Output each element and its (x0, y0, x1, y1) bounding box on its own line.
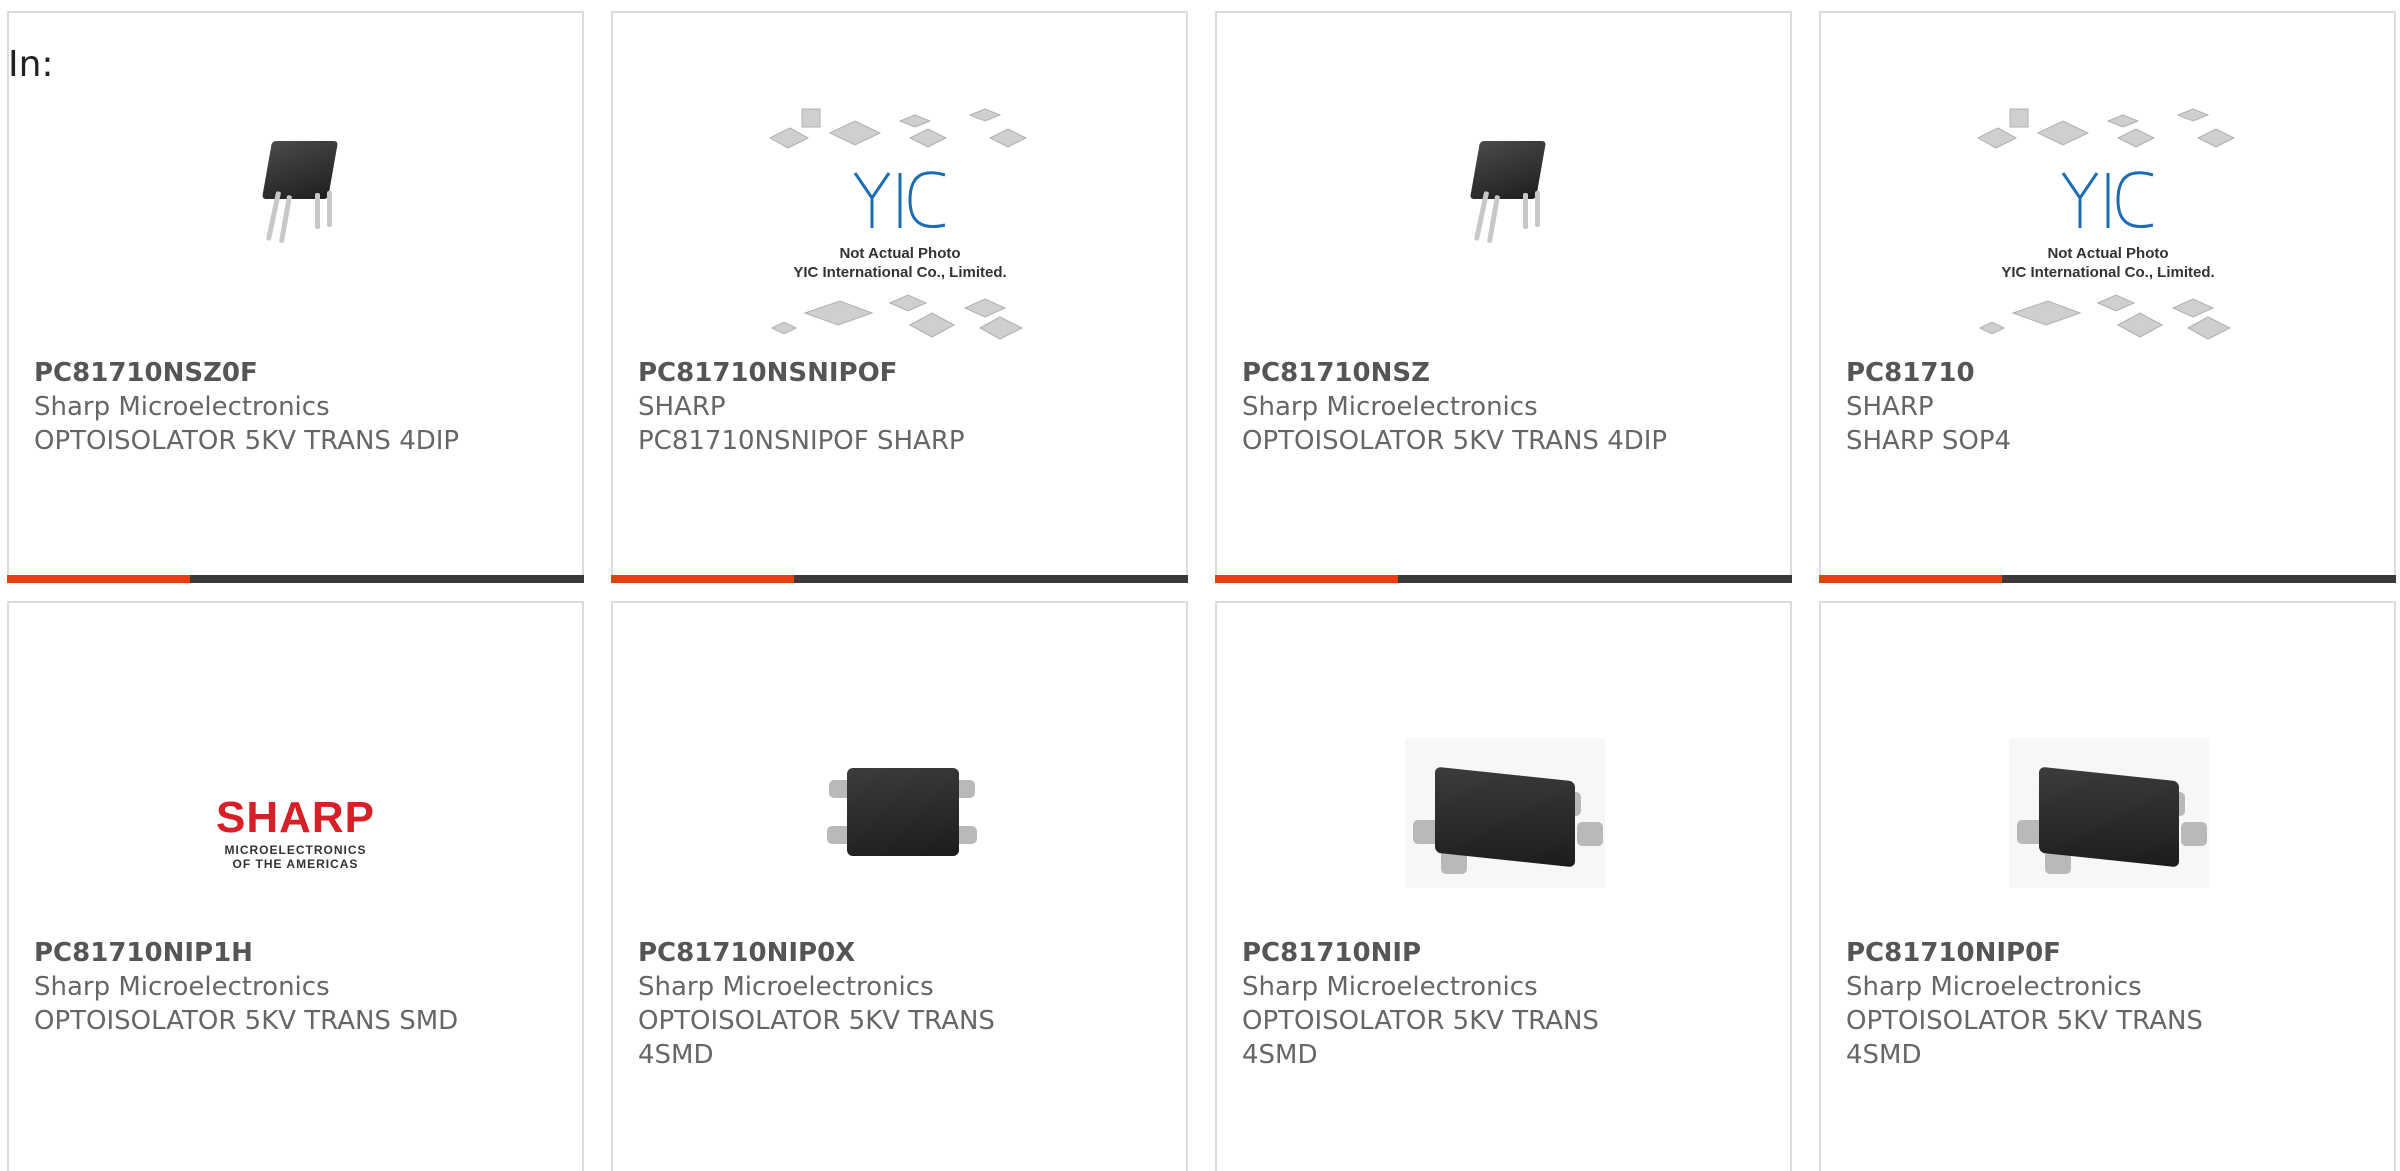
product-card[interactable]: SHARP MICROELECTRONICS OF THE AMERICAS P… (7, 601, 584, 1171)
manufacturer: SHARP (1846, 392, 1934, 422)
description: SHARP SOP4 (1846, 426, 2012, 456)
smd-chip-icon (2009, 738, 2209, 888)
product-card[interactable]: PC81710NIP Sharp Microelectronics OPTOIS… (1215, 601, 1792, 1171)
card-bar (611, 575, 1188, 583)
dip-chip-icon (249, 141, 359, 261)
part-number[interactable]: PC81710NIP0F (1846, 936, 2374, 970)
part-number[interactable]: PC81710NSZ (1242, 356, 1770, 390)
description: OPTOISOLATOR 5KV TRANS 4DIP (1242, 426, 1668, 456)
manufacturer: Sharp Microelectronics (34, 972, 330, 1002)
yic-placeholder-icon: Not Actual Photo YIC International Co., … (1976, 108, 2235, 340)
description: OPTOISOLATOR 5KV TRANS 4SMD (1242, 1006, 1599, 1070)
product-image[interactable] (613, 663, 1186, 933)
svg-text:YIC International Co., Limited: YIC International Co., Limited. (793, 264, 1006, 281)
part-number[interactable]: PC81710 (1846, 356, 2374, 390)
product-card[interactable]: Not Actual Photo YIC International Co., … (611, 11, 1188, 583)
smd-chip-icon (1405, 738, 1605, 888)
card-bar (7, 575, 584, 583)
svg-text:YIC International Co., Limited: YIC International Co., Limited. (2001, 264, 2214, 281)
smd-chip-icon (813, 758, 993, 868)
description: OPTOISOLATOR 5KV TRANS 4SMD (1846, 1006, 2203, 1070)
product-image[interactable] (1821, 663, 2394, 933)
part-number[interactable]: PC81710NIP1H (34, 936, 562, 970)
part-number[interactable]: PC81710NSZ0F (34, 356, 562, 390)
product-card[interactable]: PC81710NSZ0F Sharp Microelectronics OPTO… (7, 11, 584, 583)
sharp-logo-icon: SHARP MICROELECTRONICS OF THE AMERICAS (215, 793, 376, 871)
product-image[interactable]: Not Actual Photo YIC International Co., … (613, 83, 1186, 353)
product-card[interactable]: Not Actual Photo YIC International Co., … (1819, 11, 2396, 583)
part-number[interactable]: PC81710NIP0X (638, 936, 1166, 970)
svg-text:Not Actual Photo: Not Actual Photo (839, 245, 960, 262)
product-image[interactable] (1217, 83, 1790, 353)
card-bar (1819, 575, 2396, 583)
description: OPTOISOLATOR 5KV TRANS 4SMD (638, 1006, 995, 1070)
dip-chip-icon (1457, 141, 1567, 261)
manufacturer: Sharp Microelectronics (1242, 972, 1538, 1002)
product-card[interactable]: PC81710NSZ Sharp Microelectronics OPTOIS… (1215, 11, 1792, 583)
description: PC81710NSNIPOF SHARP (638, 426, 965, 456)
manufacturer: Sharp Microelectronics (1846, 972, 2142, 1002)
manufacturer: Sharp Microelectronics (34, 392, 330, 422)
part-number[interactable]: PC81710NSNIPOF (638, 356, 1166, 390)
product-card[interactable]: PC81710NIP0X Sharp Microelectronics OPTO… (611, 601, 1188, 1171)
manufacturer: Sharp Microelectronics (1242, 392, 1538, 422)
manufacturer: SHARP (638, 392, 726, 422)
product-image[interactable]: Not Actual Photo YIC International Co., … (1821, 83, 2394, 353)
part-number[interactable]: PC81710NIP (1242, 936, 1770, 970)
product-card[interactable]: PC81710NIP0F Sharp Microelectronics OPTO… (1819, 601, 2396, 1171)
description: OPTOISOLATOR 5KV TRANS SMD (34, 1006, 459, 1036)
product-image[interactable] (9, 83, 582, 353)
in-label: In: (8, 44, 54, 85)
yic-placeholder-icon: Not Actual Photo YIC International Co., … (768, 108, 1027, 340)
card-bar (1215, 575, 1792, 583)
product-image[interactable] (1217, 663, 1790, 933)
manufacturer: Sharp Microelectronics (638, 972, 934, 1002)
description: OPTOISOLATOR 5KV TRANS 4DIP (34, 426, 460, 456)
product-image[interactable]: SHARP MICROELECTRONICS OF THE AMERICAS (9, 663, 582, 933)
svg-text:Not Actual Photo: Not Actual Photo (2047, 245, 2168, 262)
